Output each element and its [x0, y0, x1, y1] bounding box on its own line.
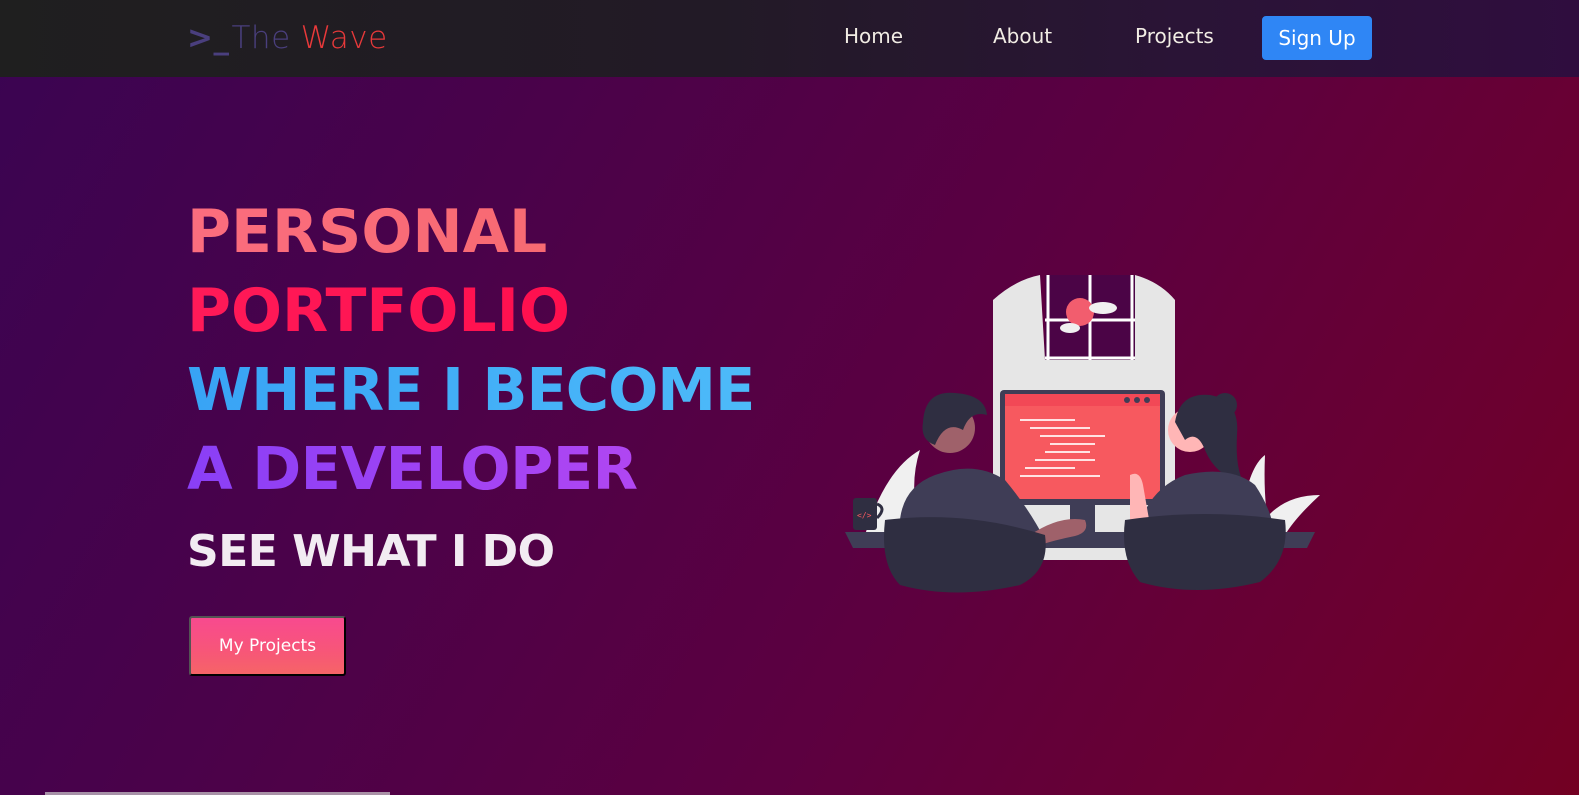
brand-name-wave: Wave — [300, 20, 388, 56]
developers-at-computer-illustration: </> — [845, 275, 1320, 593]
my-projects-button[interactable]: My Projects — [189, 616, 346, 676]
svg-text:</>: </> — [857, 511, 872, 520]
brand-name-the: The — [231, 20, 291, 56]
terminal-prompt-icon: >_ — [187, 20, 230, 56]
sign-up-button[interactable]: Sign Up — [1262, 16, 1372, 60]
hero-subheading: SEE WHAT I DO — [187, 526, 555, 577]
brand-logo[interactable]: >_ The Wave — [187, 16, 388, 60]
hero-line-a-developer: A DEVELOPER — [187, 434, 638, 503]
hero-line-where-i-become: WHERE I BECOME — [187, 355, 755, 424]
nav-link-about[interactable]: About — [993, 24, 1052, 52]
hero-line-personal: PERSONAL — [187, 197, 548, 267]
navbar: >_ The Wave Home About Projects Sign Up — [0, 0, 1579, 77]
nav-link-home[interactable]: Home — [844, 24, 903, 52]
nav-link-projects[interactable]: Projects — [1135, 24, 1214, 52]
hero-line-portfolio: PORTFOLIO — [187, 276, 570, 346]
